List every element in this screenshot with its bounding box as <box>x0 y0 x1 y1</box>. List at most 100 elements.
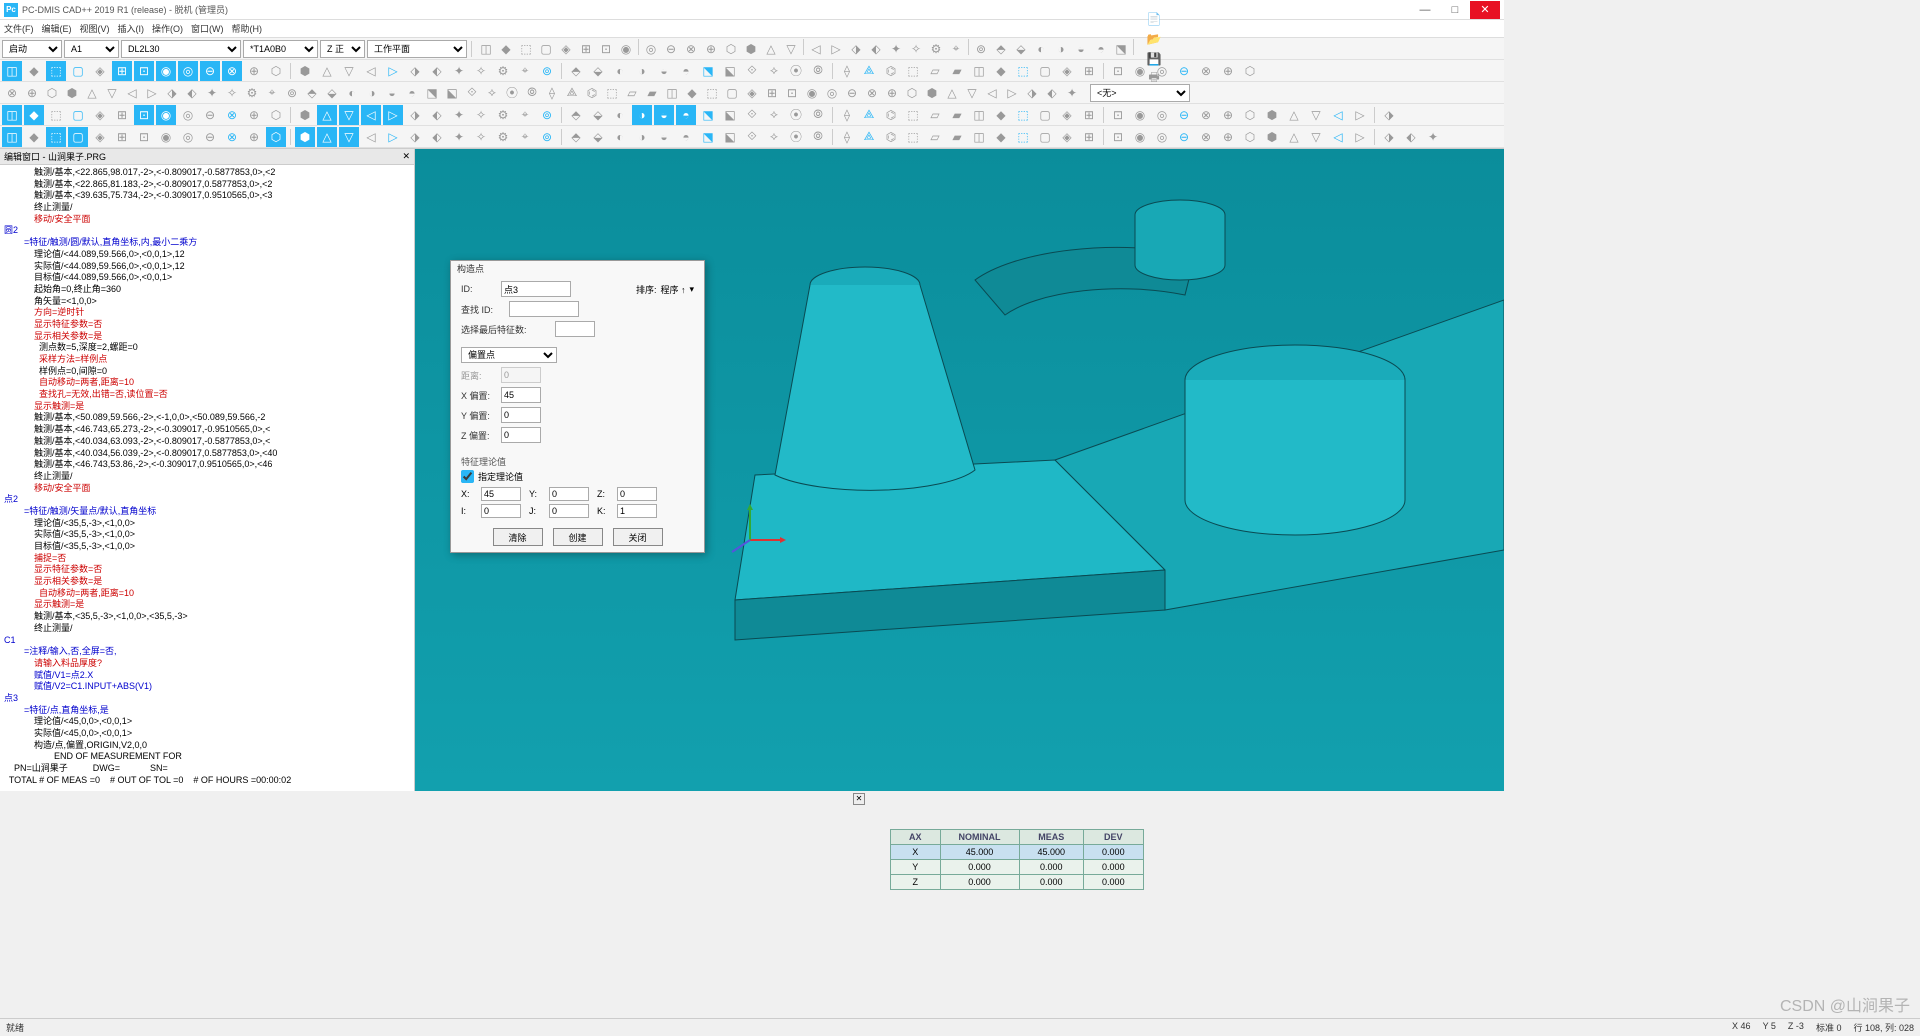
toolbar-icon[interactable]: ◁ <box>1328 105 1348 125</box>
toolbar-icon[interactable]: ◉ <box>1130 105 1150 125</box>
xoff-input[interactable] <box>501 387 541 403</box>
toolbar-icon[interactable]: ⊖ <box>1174 61 1194 81</box>
toolbar-icon[interactable]: ✧ <box>906 39 926 59</box>
toolbar-icon[interactable]: ⬗ <box>162 83 182 103</box>
toolbar-icon[interactable]: ◒ <box>1071 39 1091 59</box>
theo-k[interactable] <box>617 504 657 518</box>
toolbar-icon[interactable]: ◁ <box>361 61 381 81</box>
toolbar-icon[interactable]: ◒ <box>382 83 402 103</box>
toolbar-icon[interactable]: ⊕ <box>1218 127 1238 147</box>
toolbar-icon[interactable]: ◫ <box>2 105 22 125</box>
toolbar-icon[interactable]: ⊚ <box>537 105 557 125</box>
toolbar-icon[interactable]: ▱ <box>622 83 642 103</box>
toolbar-icon[interactable]: ◉ <box>1130 127 1150 147</box>
toolbar-icon[interactable]: ⟐ <box>742 127 762 147</box>
toolbar-icon[interactable]: ⚙ <box>493 127 513 147</box>
toolbar-icon[interactable]: ◆ <box>496 39 516 59</box>
toolbar-icon[interactable]: △ <box>82 83 102 103</box>
toolbar-icon[interactable]: ⬕ <box>442 83 462 103</box>
toolbar-icon[interactable]: ⬗ <box>846 39 866 59</box>
toolbar-icon[interactable]: ⟡ <box>764 105 784 125</box>
toolbar-icon[interactable]: ⬗ <box>405 61 425 81</box>
toolbar-icon[interactable]: ⟁ <box>859 127 879 147</box>
lastn-input[interactable] <box>555 321 595 337</box>
toolbar-icon[interactable]: ✦ <box>449 61 469 81</box>
toolbar-icon[interactable]: ⊗ <box>1196 61 1216 81</box>
toolbar-icon[interactable]: ◁ <box>361 127 381 147</box>
toolbar-icon[interactable]: ▢ <box>536 39 556 59</box>
maximize-button[interactable]: □ <box>1440 1 1470 19</box>
toolbar-icon[interactable]: ⊕ <box>244 127 264 147</box>
toolbar-icon[interactable]: ⚙ <box>242 83 262 103</box>
construct-type-select[interactable]: 偏置点 <box>461 347 557 363</box>
toolbar-icon[interactable]: ✦ <box>1423 127 1443 147</box>
toolbar-icon[interactable]: ⬚ <box>46 61 66 81</box>
toolbar-icon[interactable]: ▷ <box>142 83 162 103</box>
toolbar-icon[interactable]: ⊡ <box>134 105 154 125</box>
toolbar-icon[interactable]: ⬙ <box>588 105 608 125</box>
toolbar-icon[interactable]: ◆ <box>24 127 44 147</box>
toolbar-icon[interactable]: ⊗ <box>862 83 882 103</box>
clear-button[interactable]: 清除 <box>493 528 543 546</box>
panel-close-icon[interactable]: ✕ <box>853 793 865 805</box>
toolbar-icon[interactable]: ⦿ <box>786 105 806 125</box>
toolbar-icon[interactable]: ⬢ <box>62 83 82 103</box>
edit-window-close-icon[interactable]: ✕ <box>402 151 410 162</box>
toolbar-icon[interactable]: ◆ <box>991 127 1011 147</box>
open-icon[interactable]: 📂 <box>1144 29 1164 49</box>
toolbar-icon[interactable]: ⊕ <box>22 83 42 103</box>
toolbar-icon[interactable]: ⬢ <box>1262 105 1282 125</box>
toolbar-icon[interactable]: ⚙ <box>493 105 513 125</box>
toolbar-icon[interactable]: ⬖ <box>427 105 447 125</box>
menu-help[interactable]: 帮助(H) <box>232 22 263 35</box>
toolbar-icon[interactable]: △ <box>942 83 962 103</box>
toolbar-icon[interactable]: ▽ <box>339 61 359 81</box>
toolbar-icon[interactable]: ⊡ <box>134 61 154 81</box>
toolbar-icon[interactable]: ▽ <box>339 105 359 125</box>
toolbar-icon[interactable]: ⬚ <box>903 127 923 147</box>
toolbar-icon[interactable]: ⊞ <box>762 83 782 103</box>
toolbar-icon[interactable]: ▽ <box>102 83 122 103</box>
toolbar-icon[interactable]: ⌬ <box>582 83 602 103</box>
toolbar-icon[interactable]: ⬢ <box>741 39 761 59</box>
toolbar-icon[interactable]: ▢ <box>1035 61 1055 81</box>
menu-window[interactable]: 窗口(W) <box>191 22 224 35</box>
tip-select[interactable]: *T1A0B0 <box>243 40 318 58</box>
toolbar-icon[interactable]: △ <box>1284 105 1304 125</box>
toolbar-icon[interactable]: ⦿ <box>786 61 806 81</box>
minimize-button[interactable]: — <box>1410 1 1440 19</box>
toolbar-icon[interactable]: ◫ <box>662 83 682 103</box>
toolbar-icon[interactable]: ⬡ <box>266 127 286 147</box>
toolbar-icon[interactable]: ▽ <box>962 83 982 103</box>
toolbar-icon[interactable]: ⬙ <box>1011 39 1031 59</box>
toolbar-icon[interactable]: ⊕ <box>1218 61 1238 81</box>
toolbar-icon[interactable]: ◆ <box>991 61 1011 81</box>
toolbar-icon[interactable]: ⌖ <box>946 39 966 59</box>
toolbar-icon[interactable]: ⊕ <box>244 61 264 81</box>
toolbar-icon[interactable]: ⬡ <box>1240 105 1260 125</box>
toolbar-icon[interactable]: ◆ <box>24 105 44 125</box>
toolbar-icon[interactable]: ⟡ <box>764 61 784 81</box>
toolbar-icon[interactable]: ⌖ <box>515 61 535 81</box>
toolbar-icon[interactable]: ◈ <box>556 39 576 59</box>
toolbar-icon[interactable]: ◈ <box>1057 61 1077 81</box>
toolbar-icon[interactable]: ◓ <box>1091 39 1111 59</box>
toolbar-icon[interactable]: ⊡ <box>782 83 802 103</box>
toolbar-icon[interactable]: ▰ <box>947 127 967 147</box>
close-button[interactable]: ✕ <box>1470 1 1500 19</box>
toolbar-icon[interactable]: ⊚ <box>282 83 302 103</box>
menu-file[interactable]: 文件(F) <box>4 22 34 35</box>
toolbar-icon[interactable]: ◎ <box>1152 127 1172 147</box>
toolbar-icon[interactable]: ◓ <box>676 127 696 147</box>
menu-operate[interactable]: 操作(O) <box>152 22 183 35</box>
toolbar-icon[interactable]: ◎ <box>178 127 198 147</box>
toolbar-icon[interactable]: ◑ <box>362 83 382 103</box>
toolbar-icon[interactable]: ◎ <box>178 61 198 81</box>
create-button[interactable]: 创建 <box>553 528 603 546</box>
toolbar-icon[interactable]: ◈ <box>1057 105 1077 125</box>
toolbar-icon[interactable]: ⬕ <box>720 127 740 147</box>
toolbar-icon[interactable]: ✧ <box>471 61 491 81</box>
toolbar-icon[interactable]: ▢ <box>722 83 742 103</box>
toolbar-icon[interactable]: ⊗ <box>1196 105 1216 125</box>
toolbar-icon[interactable]: ◑ <box>1051 39 1071 59</box>
